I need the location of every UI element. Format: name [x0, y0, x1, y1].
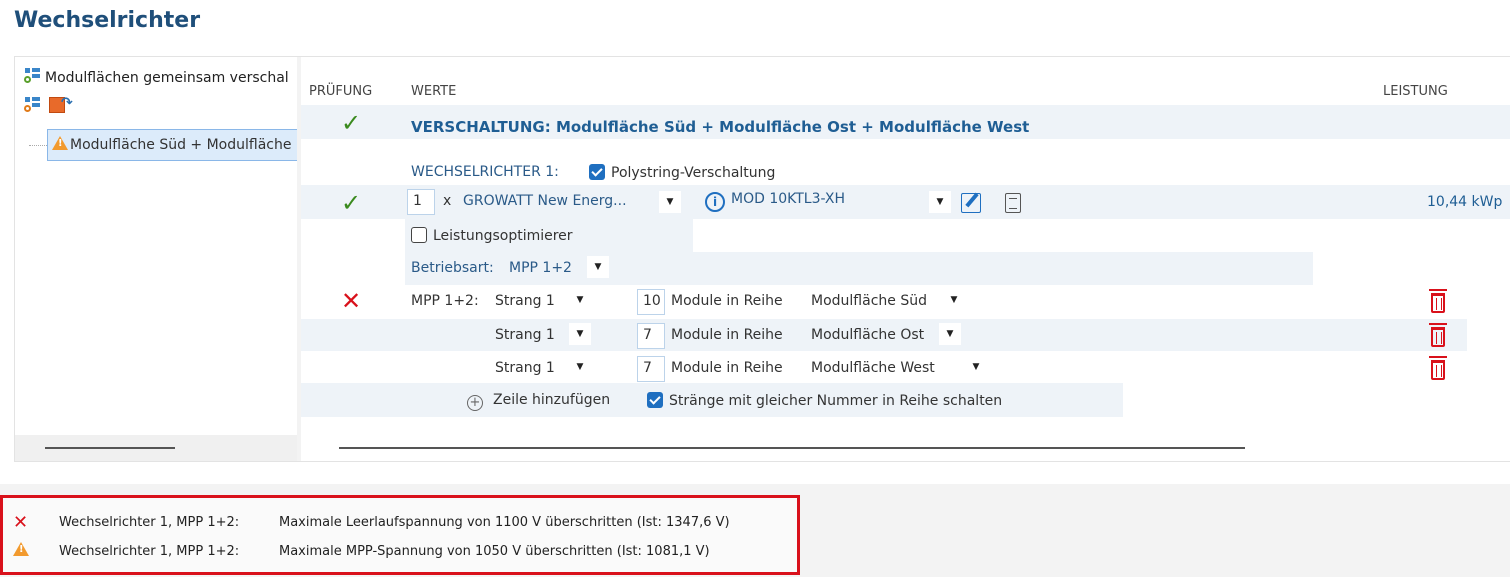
mode-select[interactable]: MPP 1+2	[509, 260, 572, 276]
chevron-down-icon[interactable]: ▼	[965, 356, 987, 378]
polystring-checkbox[interactable]: Polystring-Verschaltung	[589, 164, 775, 181]
modules-input-3[interactable]: 7	[637, 356, 665, 382]
message-warning[interactable]: Wechselrichter 1, MPP 1+2: Maximale MPP-S…	[13, 542, 710, 559]
tree-horizontal-scrollbar[interactable]	[15, 435, 297, 461]
trash-icon[interactable]	[1429, 356, 1447, 380]
error-cross-icon: ✕	[13, 512, 29, 533]
checkbox-checked-icon	[647, 392, 663, 408]
chevron-down-icon[interactable]: ▼	[943, 289, 965, 311]
string-select-2[interactable]: Strang 1	[495, 327, 555, 343]
modules-input-2[interactable]: 7	[637, 323, 665, 349]
check-ok-icon: ✓	[341, 109, 362, 137]
message-source: Wechselrichter 1, MPP 1+2:	[59, 544, 240, 559]
column-header-pruefung: PRÜFUNG	[309, 84, 373, 99]
messages-box: ✕ Wechselrichter 1, MPP 1+2: Maximale Leer…	[0, 495, 800, 575]
modules-label-3: Module in Reihe	[671, 360, 783, 376]
warning-icon	[52, 136, 68, 150]
mpp-label: MPP 1+2:	[411, 293, 479, 309]
config-panel: PRÜFUNG WERTE LEISTUNG ✓ VERSCHALTUNG: M…	[301, 57, 1510, 461]
check-ok-icon: ✓	[341, 189, 362, 217]
model-select[interactable]: i MOD 10KTL3-XH	[705, 191, 845, 212]
modules-label-1: Module in Reihe	[671, 293, 783, 309]
mode-band	[693, 252, 1313, 285]
verschaltung-title: VERSCHALTUNG: Modulfläche Süd + Modulflä…	[411, 118, 1030, 136]
add-row-button[interactable]: + Zeile hinzufügen	[467, 392, 610, 411]
tree-item-label: Modulfläche Süd + Modulfläche	[70, 137, 292, 153]
rotate-arrow-icon[interactable]: ↷	[61, 95, 73, 111]
inverter-power: 10,44 kWp	[1427, 194, 1503, 210]
modules-input-1[interactable]: 10	[637, 289, 665, 315]
chevron-down-icon[interactable]: ▼	[659, 191, 681, 213]
manufacturer-select[interactable]: GROWATT New Energ...	[463, 193, 627, 209]
area-select-1[interactable]: Modulfläche Süd	[811, 293, 927, 309]
trash-icon[interactable]	[1429, 289, 1447, 313]
polystring-label: Polystring-Verschaltung	[611, 165, 776, 181]
datasheet-icon[interactable]	[1005, 193, 1021, 213]
optimizer-checkbox[interactable]: Leistungsoptimierer	[411, 227, 573, 244]
string-select-3[interactable]: Strang 1	[495, 360, 555, 376]
edit-icon[interactable]	[961, 193, 981, 213]
message-text: Maximale MPP-Spannung von 1050 V übersch…	[279, 544, 710, 559]
add-row-label: Zeile hinzufügen	[493, 392, 611, 408]
chevron-down-icon[interactable]: ▼	[587, 256, 609, 278]
chevron-down-icon[interactable]: ▼	[569, 356, 591, 378]
chevron-down-icon[interactable]: ▼	[929, 191, 951, 213]
modules-label-2: Module in Reihe	[671, 327, 783, 343]
message-error[interactable]: ✕ Wechselrichter 1, MPP 1+2: Maximale Leer…	[13, 512, 730, 533]
checkbox-checked-icon	[589, 164, 605, 180]
multiplier-label: x	[443, 193, 452, 209]
area-select-2[interactable]: Modulfläche Ost	[811, 327, 924, 343]
tree-root-label: Modulflächen gemeinsam verschal	[45, 70, 289, 86]
add-string-tree-icon[interactable]	[23, 96, 41, 114]
page-title: Wechselrichter	[14, 8, 201, 33]
column-header-leistung: LEISTUNG	[1383, 84, 1448, 99]
chevron-down-icon[interactable]: ▼	[569, 323, 591, 345]
panel-horizontal-scrollbar[interactable]	[339, 447, 1245, 449]
tree-item-selected[interactable]: Modulfläche Süd + Modulfläche	[47, 129, 297, 161]
inverter-count-input[interactable]: 1	[407, 189, 435, 215]
message-source: Wechselrichter 1, MPP 1+2:	[59, 515, 240, 530]
error-cross-icon: ✕	[341, 287, 362, 315]
main-frame: Modulflächen gemeinsam verschal ↷ Modulf…	[14, 56, 1510, 462]
tree-toolbar: ↷	[23, 95, 73, 115]
chevron-down-icon[interactable]: ▼	[569, 289, 591, 311]
tree-scroll-thumb[interactable]	[45, 447, 175, 449]
inverter-label: WECHSELRICHTER 1:	[411, 164, 559, 180]
string-select-1[interactable]: Strang 1	[495, 293, 555, 309]
trash-icon[interactable]	[1429, 323, 1447, 347]
checkbox-empty-icon	[411, 227, 427, 243]
mode-label: Betriebsart:	[411, 260, 494, 276]
chevron-down-icon[interactable]: ▼	[939, 323, 961, 345]
area-select-3[interactable]: Modulfläche West	[811, 360, 935, 376]
plus-circle-icon: +	[467, 395, 483, 411]
series-label: Stränge mit gleicher Nummer in Reihe sch…	[669, 393, 1003, 409]
info-icon[interactable]: i	[705, 192, 725, 212]
tree-panel: Modulflächen gemeinsam verschal ↷ Modulf…	[15, 57, 297, 461]
optimizer-label: Leistungsoptimierer	[433, 228, 573, 244]
tree-connector	[29, 145, 47, 146]
warning-icon	[13, 542, 29, 556]
model-label: MOD 10KTL3-XH	[731, 191, 845, 207]
column-header-werte: WERTE	[411, 84, 457, 99]
string-tree-icon	[23, 67, 41, 85]
tree-root[interactable]: Modulflächen gemeinsam verschal	[23, 67, 289, 86]
message-text: Maximale Leerlaufspannung von 1100 V übe…	[279, 515, 730, 530]
series-checkbox[interactable]: Stränge mit gleicher Nummer in Reihe sch…	[647, 392, 1002, 409]
